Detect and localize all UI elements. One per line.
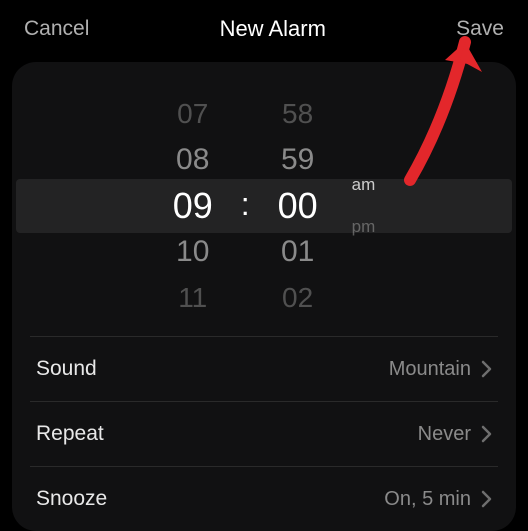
page-title: New Alarm — [220, 16, 326, 42]
save-button[interactable]: Save — [456, 17, 504, 41]
picker-item[interactable]: 10 — [176, 229, 209, 275]
hour-wheel[interactable]: 0708091011 — [153, 91, 233, 321]
picker-item[interactable]: 11 — [178, 275, 207, 321]
header: Cancel New Alarm Save — [0, 0, 528, 54]
picker-item[interactable]: 59 — [281, 137, 314, 183]
picker-item[interactable]: 00 — [278, 183, 318, 229]
picker-item[interactable]: 09 — [173, 183, 213, 229]
chevron-right-icon — [481, 425, 492, 443]
ampm-option[interactable]: am — [352, 175, 376, 195]
time-picker[interactable]: 0708091011 : 5859000102 am pm — [12, 76, 516, 336]
chevron-right-icon — [481, 360, 492, 378]
picker-item[interactable]: 58 — [282, 91, 313, 137]
setting-label: Repeat — [36, 422, 104, 446]
picker-item[interactable]: 08 — [176, 137, 209, 183]
setting-value: On, 5 min — [384, 488, 471, 511]
ampm-wheel[interactable]: am pm — [352, 175, 376, 237]
setting-value: Mountain — [389, 358, 471, 381]
ampm-option[interactable]: pm — [352, 217, 376, 237]
setting-label: Snooze — [36, 487, 107, 511]
minute-wheel[interactable]: 5859000102 — [258, 91, 338, 321]
picker-item[interactable]: 01 — [281, 229, 314, 275]
setting-value: Never — [418, 423, 471, 446]
settings-list: Sound Mountain Repeat Never Snooze On, 5 min — [12, 336, 516, 531]
picker-item[interactable]: 02 — [282, 275, 313, 321]
time-colon: : — [233, 183, 258, 229]
cancel-button[interactable]: Cancel — [24, 17, 89, 41]
picker-item[interactable]: 07 — [177, 91, 208, 137]
setting-label: Sound — [36, 357, 97, 381]
chevron-right-icon — [481, 490, 492, 508]
setting-row-repeat[interactable]: Repeat Never — [30, 401, 498, 466]
alarm-card: 0708091011 : 5859000102 am pm Sound Mounta… — [12, 62, 516, 531]
setting-row-sound[interactable]: Sound Mountain — [30, 336, 498, 401]
setting-row-snooze[interactable]: Snooze On, 5 min — [30, 466, 498, 531]
